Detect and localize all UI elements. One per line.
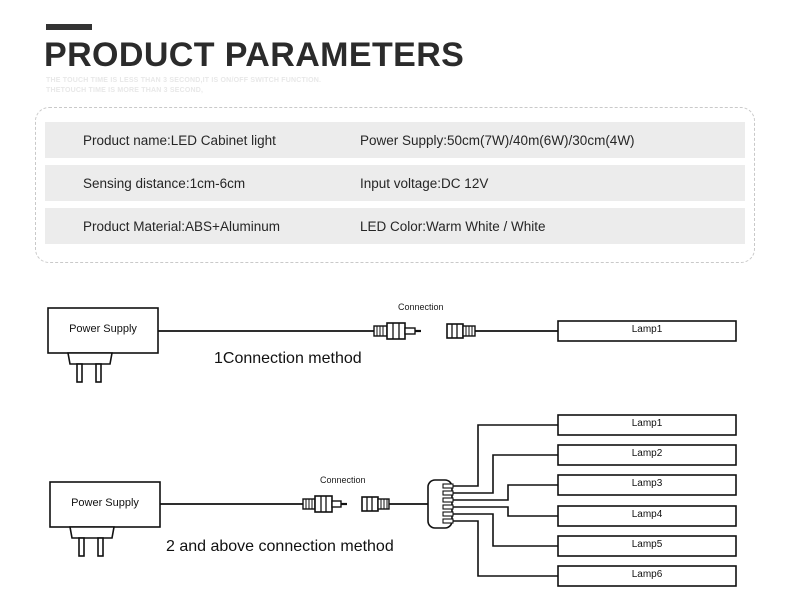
- title-accent-bar: [46, 24, 92, 30]
- connection-label: Connection: [398, 302, 444, 312]
- diagram-caption-single: 1Connection method: [214, 350, 362, 367]
- lamp-label-1: Lamp1: [631, 324, 663, 335]
- table-row: Product Material:ABS+Aluminum LED Color:…: [45, 208, 745, 244]
- table-row: Sensing distance:1cm-6cm Input voltage:D…: [45, 165, 745, 201]
- subtitle-line-2: THETOUCH TIME IS MORE THAN 3 SECOND,: [46, 87, 204, 94]
- splitter-pin-2: [442, 490, 454, 496]
- spec-product-name: Product name:LED Cabinet light: [83, 132, 276, 148]
- table-row: Product name:LED Cabinet light Power Sup…: [45, 122, 745, 158]
- spec-table: Product name:LED Cabinet light Power Sup…: [35, 107, 755, 263]
- diagram-caption-multi: 2 and above connection method: [166, 538, 394, 555]
- connection-diagram-single: Power Supply Connection Lamp1 1Connectio…: [0, 280, 790, 395]
- lamp-label-5: Lamp5: [631, 539, 663, 550]
- plug-base: [67, 352, 113, 365]
- connection-label: Connection: [320, 475, 366, 485]
- male-connector-1: [373, 322, 421, 340]
- splitter-pin-6: [442, 518, 454, 524]
- power-supply-label: Power Supply: [71, 497, 139, 509]
- plug-prong-right: [97, 537, 104, 557]
- lamp-label-1: Lamp1: [631, 418, 663, 429]
- splitter-pin-3: [442, 497, 454, 503]
- branch-wire-2: [453, 454, 558, 494]
- spec-led-color: LED Color:Warm White / White: [360, 218, 546, 234]
- lamp-label-3: Lamp3: [631, 478, 663, 489]
- branch-wire-6: [453, 520, 558, 577]
- plug-prong-right: [95, 363, 102, 383]
- male-connector-2: [302, 495, 347, 513]
- lamp-label-2: Lamp2: [631, 448, 663, 459]
- lamp-label-6: Lamp6: [631, 569, 663, 580]
- female-connector-2: [361, 496, 390, 512]
- spec-sensing-distance: Sensing distance:1cm-6cm: [83, 175, 246, 191]
- splitter-pin-4: [442, 504, 454, 510]
- spec-product-material: Product Material:ABS+Aluminum: [83, 218, 280, 234]
- subtitle-line-1: THE TOUCH TIME IS LESS THAN 3 SECOND,IT …: [46, 77, 322, 84]
- diagram-single-graphics: [47, 307, 737, 383]
- spec-input-voltage: Input voltage:DC 12V: [360, 175, 489, 191]
- female-connector-1: [446, 323, 476, 339]
- connection-diagram-multi: Power Supply Connection Lamp1 Lamp2 Lamp…: [0, 400, 790, 600]
- splitter-pin-5: [442, 511, 454, 517]
- page-title: PRODUCT PARAMETERS: [44, 36, 465, 74]
- power-supply-label: Power Supply: [69, 323, 137, 335]
- plug-prong-left: [76, 363, 83, 383]
- splitter-pin-1: [442, 483, 454, 489]
- header-subtitle: THE TOUCH TIME IS LESS THAN 3 SECOND,IT …: [46, 76, 321, 96]
- lamp-label-4: Lamp4: [631, 509, 663, 520]
- plug-base: [69, 526, 115, 539]
- branch-wire-5: [453, 513, 558, 547]
- plug-prong-left: [78, 537, 85, 557]
- spec-power-supply: Power Supply:50cm(7W)/40m(6W)/30cm(4W): [360, 132, 635, 148]
